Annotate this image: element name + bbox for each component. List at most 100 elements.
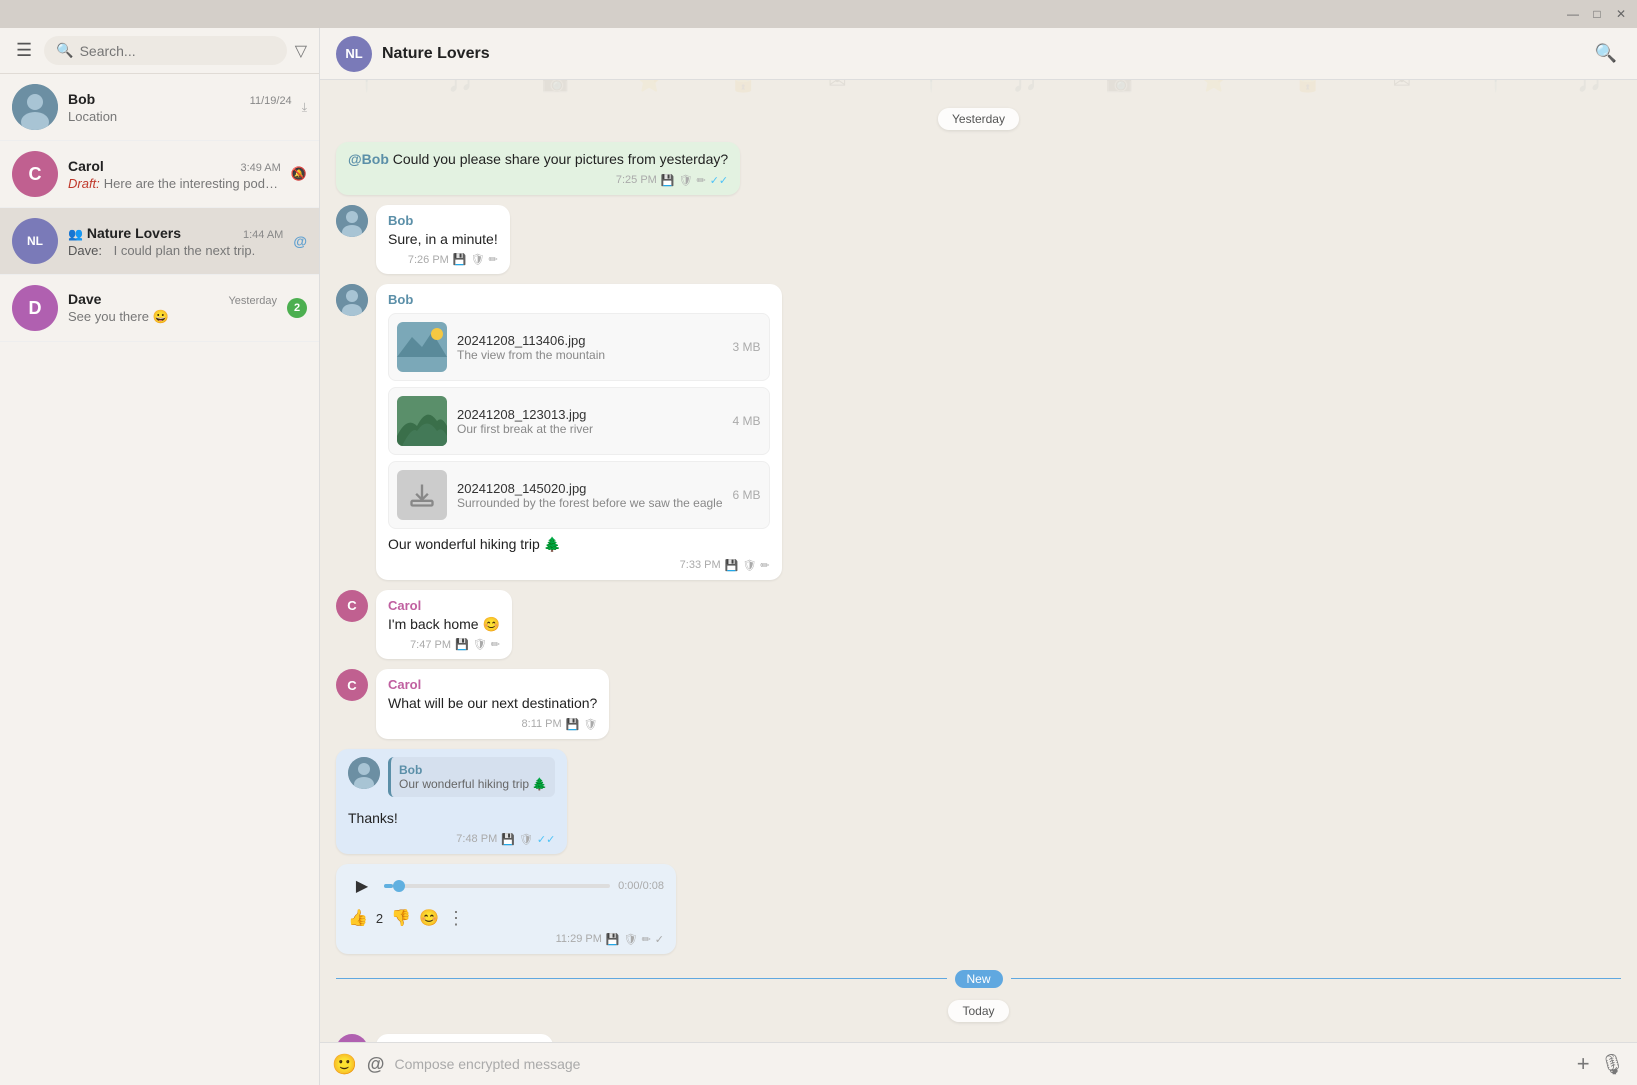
chat-name-bob: Bob [68, 91, 95, 107]
file-desc-3: Surrounded by the forest before we saw t… [457, 496, 723, 510]
more-reactions-button[interactable]: ⋮ [447, 908, 465, 929]
avatar-bob [12, 84, 58, 130]
bubble-msg8: Dave I could plan the next trip. 1:44 AM… [376, 1034, 553, 1042]
msg-footer-msg3: 7:33 PM 💾 🛡 ✏ [388, 559, 770, 572]
chat-info-carol: Carol 3:49 AM Draft: Here are the intere… [68, 158, 281, 191]
chat-time-carol: 3:49 AM [240, 162, 280, 174]
chat-info-dave: Dave Yesterday See you there 😀 [68, 291, 277, 325]
bubble-msg5: Carol What will be our next destination?… [376, 669, 609, 739]
avatar-nature-lovers: NL [12, 218, 58, 264]
emoji-reaction-button[interactable]: 😊 [419, 908, 439, 928]
reply-ref-msg6: Bob Our wonderful hiking trip 🌲 [388, 757, 555, 797]
minimize-button[interactable]: — [1565, 6, 1581, 22]
file-name-2: 20241208_123013.jpg [457, 407, 723, 422]
play-button[interactable]: ▶ [348, 872, 376, 900]
thumbs-up-count: 2 [376, 911, 383, 926]
message-row-msg3: Bob 20241208_113406.jpg The view from th… [336, 284, 1621, 580]
avatar-msg4: C [336, 590, 368, 622]
chat-title-area: NL Nature Lovers [336, 36, 490, 72]
date-separator-today: Today [336, 1000, 1621, 1022]
chat-title: Nature Lovers [382, 45, 490, 63]
avatar-msg3 [336, 284, 368, 316]
thumbs-down-button[interactable]: 👎 [391, 908, 411, 928]
msg-time-msg4: 7:47 PM [410, 639, 451, 651]
search-icon: 🔍 [56, 42, 73, 59]
new-badge: New [955, 970, 1003, 988]
msg-time-msg1: 7:25 PM [616, 174, 657, 186]
menu-button[interactable]: ☰ [12, 36, 36, 65]
chat-meta-dave: 2 [287, 298, 307, 318]
chat-list: Bob 11/19/24 Location ⤓ C Carol [0, 74, 319, 1085]
sender-name-msg2: Bob [388, 213, 498, 228]
chat-item-nature-lovers[interactable]: NL 👥 Nature Lovers 1:44 AM Dave: I could… [0, 208, 319, 275]
add-attachment-button[interactable]: + [1577, 1051, 1590, 1077]
reply-ref-text: Our wonderful hiking trip 🌲 [399, 777, 547, 791]
chat-info-bob: Bob 11/19/24 Location [68, 91, 292, 124]
file-item-1[interactable]: 20241208_113406.jpg The view from the mo… [388, 313, 770, 381]
msg-text-msg4: I'm back home 😊 [388, 615, 500, 635]
bubble-msg1: @Bob Could you please share your picture… [336, 142, 740, 195]
file-size-2: 4 MB [733, 414, 761, 428]
voice-message-button[interactable]: 🎙 [1600, 1052, 1625, 1077]
sender-name-msg4: Carol [388, 598, 500, 613]
message-row-msg1: @Bob Could you please share your picture… [336, 142, 1621, 195]
file-thumb-3 [397, 470, 447, 520]
sender-name-msg3: Bob [388, 292, 770, 307]
thumbs-up-button[interactable]: 👍 [348, 908, 368, 928]
audio-dot [393, 880, 405, 892]
chat-time-bob: 11/19/24 [250, 95, 292, 107]
close-button[interactable]: ✕ [1613, 6, 1629, 22]
compose-input[interactable] [394, 1056, 1566, 1072]
audio-msg: ▶ 0:00/0:08 👍 2 👎 😊 ⋮ [348, 872, 664, 929]
chat-preview-bob: Location [68, 109, 292, 124]
chat-item-bob[interactable]: Bob 11/19/24 Location ⤓ [0, 74, 319, 141]
chat-info-nature-lovers: 👥 Nature Lovers 1:44 AM Dave: I could pl… [68, 225, 283, 258]
bubble-msg4: Carol I'm back home 😊 7:47 PM 💾 🛡 ✏ [376, 590, 512, 660]
file-details-2: 20241208_123013.jpg Our first break at t… [457, 407, 723, 436]
search-input[interactable] [80, 43, 275, 59]
sidebar: ☰ 🔍 ▽ Bob 11/19/24 Locatio [0, 28, 320, 1085]
file-desc-1: The view from the mountain [457, 348, 723, 362]
file-details-3: 20241208_145020.jpg Surrounded by the fo… [457, 481, 723, 510]
avatar-msg5: C [336, 669, 368, 701]
bubble-msg7: ▶ 0:00/0:08 👍 2 👎 😊 ⋮ [336, 864, 676, 954]
chat-area: 📍 🎵 📷 ⭐ 🔒 ✉ 📍 🎵 📷 ⭐ 🔒 ✉ 📍 🎵 NL Nature Lo [320, 28, 1637, 1085]
file-thumb-2 [397, 396, 447, 446]
mention-button[interactable]: @ [367, 1054, 385, 1075]
emoji-button[interactable]: 🙂 [332, 1052, 357, 1077]
msg-time-msg6: 7:48 PM [456, 833, 497, 845]
compose-area: 🙂 @ + 🎙 [320, 1042, 1637, 1085]
titlebar: — □ ✕ [0, 0, 1637, 28]
file-desc-2: Our first break at the river [457, 422, 723, 436]
message-row-msg6: Bob Our wonderful hiking trip 🌲 Thanks! … [336, 749, 1621, 854]
unread-badge-dave: 2 [287, 298, 307, 318]
msg-time-msg5: 8:11 PM [522, 718, 562, 730]
audio-progress[interactable] [384, 884, 610, 888]
msg-time-msg3: 7:33 PM [680, 559, 721, 571]
chat-time-nature-lovers: 1:44 AM [243, 229, 283, 241]
message-row-msg5: C Carol What will be our next destinatio… [336, 669, 1621, 739]
chat-time-dave: Yesterday [228, 295, 277, 307]
audio-time: 0:00/0:08 [618, 880, 664, 892]
file-name-3: 20241208_145020.jpg [457, 481, 723, 496]
file-list-msg3: 20241208_113406.jpg The view from the mo… [388, 313, 770, 529]
msg-text-msg2: Sure, in a minute! [388, 230, 498, 250]
search-box[interactable]: 🔍 [44, 36, 287, 65]
message-row-msg7: ▶ 0:00/0:08 👍 2 👎 😊 ⋮ [336, 864, 1621, 954]
file-item-3[interactable]: 20241208_145020.jpg Surrounded by the fo… [388, 461, 770, 529]
chat-item-dave[interactable]: D Dave Yesterday See you there 😀 2 [0, 275, 319, 342]
avatar-carol: C [12, 151, 58, 197]
date-separator-yesterday: Yesterday [336, 108, 1621, 130]
sender-name-msg5: Carol [388, 677, 597, 692]
chat-item-carol[interactable]: C Carol 3:49 AM Draft: Here are the inte… [0, 141, 319, 208]
maximize-button[interactable]: □ [1589, 6, 1605, 22]
messages-area[interactable]: Yesterday @Bob Could you please share yo… [320, 80, 1637, 1042]
chat-name-carol: Carol [68, 158, 104, 174]
reactions-msg7: 👍 2 👎 😊 ⋮ [348, 908, 664, 929]
file-item-2[interactable]: 20241208_123013.jpg Our first break at t… [388, 387, 770, 455]
msg-text-msg6: Thanks! [348, 809, 555, 829]
filter-button[interactable]: ▽ [295, 41, 307, 61]
chat-search-button[interactable]: 🔍 [1591, 39, 1621, 68]
chat-meta-bob: ⤓ [302, 100, 307, 115]
chat-header: NL Nature Lovers 🔍 [320, 28, 1637, 80]
